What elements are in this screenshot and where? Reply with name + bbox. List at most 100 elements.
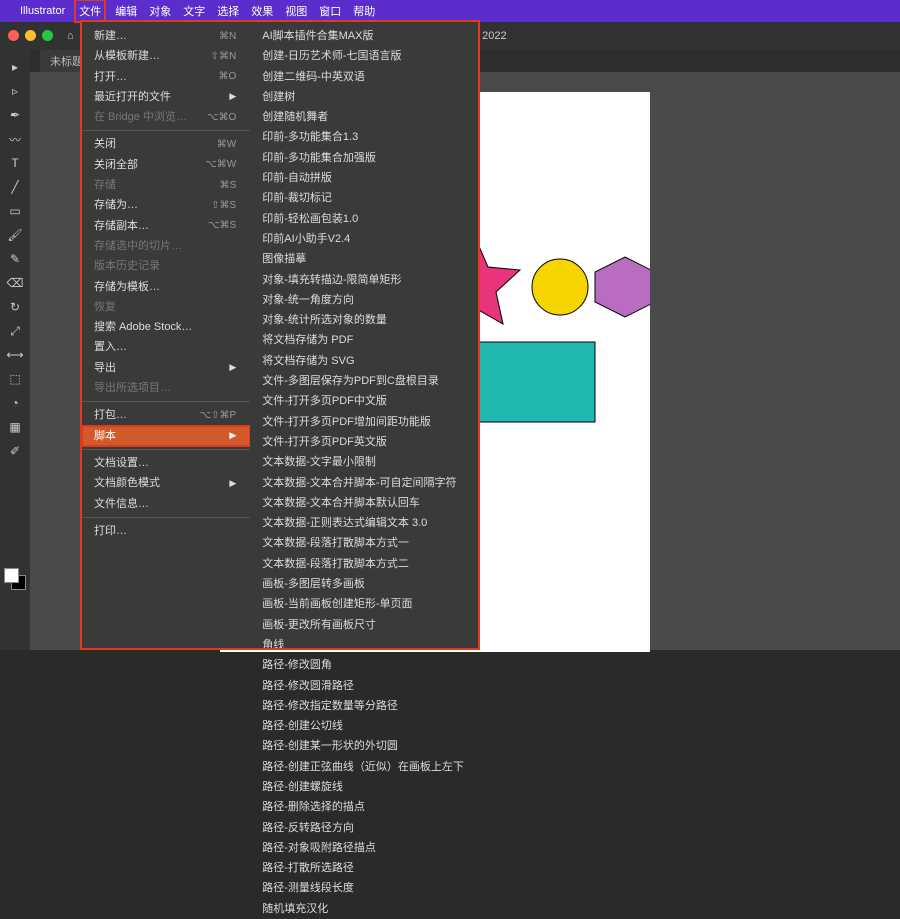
script-menu-item[interactable]: 文本数据-段落打散脚本方式一: [250, 533, 478, 553]
file-menu-item[interactable]: 文档颜色模式▶: [82, 473, 250, 493]
script-menu-item[interactable]: 对象-统一角度方向: [250, 290, 478, 310]
script-menu-item[interactable]: 路径-删除选择的描点: [250, 797, 478, 817]
paintbrush-tool[interactable]: 🖌: [3, 224, 27, 246]
script-menu-item[interactable]: AI脚本插件合集MAX版: [250, 26, 478, 46]
file-menu-item[interactable]: 关闭全部⌥⌘W: [82, 155, 250, 175]
script-menu-item[interactable]: 印前AI小助手V2.4: [250, 229, 478, 249]
script-menu-item[interactable]: 将文档存储为 SVG: [250, 351, 478, 371]
script-menu-item[interactable]: 印前-自动拼版: [250, 168, 478, 188]
hexagon-shape[interactable]: [595, 257, 650, 317]
circle-shape[interactable]: [532, 259, 588, 315]
script-menu-item[interactable]: 文本数据-段落打散脚本方式二: [250, 554, 478, 574]
direct-selection-tool[interactable]: ▹: [3, 80, 27, 102]
script-menu-item[interactable]: 路径-创建某一形状的外切圆: [250, 736, 478, 756]
file-menu-item[interactable]: 存储为模板…: [82, 277, 250, 297]
script-menu-item[interactable]: 画板-当前画板创建矩形-单页面: [250, 594, 478, 614]
width-tool[interactable]: ⟷: [3, 344, 27, 366]
gradient-tool[interactable]: ▦: [3, 416, 27, 438]
eraser-tool[interactable]: ⌫: [3, 272, 27, 294]
script-menu-item[interactable]: 创建-日历艺术师-七国语言版: [250, 46, 478, 66]
rectangle-tool[interactable]: ▭: [3, 200, 27, 222]
app-name[interactable]: Illustrator: [20, 5, 65, 17]
type-tool[interactable]: T: [3, 152, 27, 174]
script-menu-item[interactable]: 印前-轻松画包装1.0: [250, 209, 478, 229]
file-menu-item[interactable]: 打开…⌘O: [82, 67, 250, 87]
file-menu-item[interactable]: 存储为…⇧⌘S: [82, 195, 250, 215]
menu-edit[interactable]: 编辑: [115, 3, 137, 19]
script-menu-item[interactable]: 路径-创建正弦曲线（近似）在画板上左下: [250, 757, 478, 777]
script-menu-item[interactable]: 将文档存储为 PDF: [250, 330, 478, 350]
menu-view[interactable]: 视图: [285, 3, 307, 19]
script-menu-item[interactable]: 路径-对象吸附路径描点: [250, 838, 478, 858]
script-menu-item[interactable]: 文件-打开多页PDF增加间距功能版: [250, 412, 478, 432]
script-menu-item[interactable]: 文本数据-正则表达式编辑文本 3.0: [250, 513, 478, 533]
fill-stroke-swatch[interactable]: [4, 568, 26, 590]
script-menu-item[interactable]: 路径-修改圆角: [250, 655, 478, 675]
script-menu-item[interactable]: 画板-更改所有画板尺寸: [250, 615, 478, 635]
menu-file[interactable]: 文件: [77, 2, 103, 20]
maximize-button[interactable]: [42, 30, 53, 41]
traffic-lights: ⌂: [8, 30, 74, 42]
file-menu-item: 存储⌘S: [82, 175, 250, 195]
rotate-tool[interactable]: ↻: [3, 296, 27, 318]
script-menu-item[interactable]: 角线: [250, 635, 478, 655]
curvature-tool[interactable]: 〰: [3, 128, 27, 150]
script-menu-item[interactable]: 对象-填充转描边-限简单矩形: [250, 270, 478, 290]
script-menu-item[interactable]: 路径-创建螺旋线: [250, 777, 478, 797]
script-menu-item[interactable]: 印前-多功能集合1.3: [250, 127, 478, 147]
script-menu-item[interactable]: 文本数据-文本合并脚本默认回车: [250, 493, 478, 513]
home-icon[interactable]: ⌂: [67, 30, 74, 42]
script-menu-item[interactable]: 随机填充汉化: [250, 899, 478, 919]
script-menu-item[interactable]: 文件-多图层保存为PDF到C盘根目录: [250, 371, 478, 391]
file-menu-item[interactable]: 最近打开的文件▶: [82, 87, 250, 107]
eyedropper-tool[interactable]: ✐: [3, 440, 27, 462]
file-menu-item[interactable]: 打包…⌥⇧⌘P: [82, 405, 250, 425]
pen-tool[interactable]: ✒: [3, 104, 27, 126]
free-transform-tool[interactable]: ⬚: [3, 368, 27, 390]
file-menu-item[interactable]: 文档设置…: [82, 453, 250, 473]
file-menu-item[interactable]: 从模板新建…⇧⌘N: [82, 46, 250, 66]
open-menus: 新建…⌘N从模板新建…⇧⌘N打开…⌘O最近打开的文件▶在 Bridge 中浏览……: [82, 22, 478, 648]
script-menu-item[interactable]: 文件-打开多页PDF中文版: [250, 391, 478, 411]
script-menu-item[interactable]: 文本数据-文本合并脚本-可自定间隔字符: [250, 473, 478, 493]
script-menu-item[interactable]: 路径-打散所选路径: [250, 858, 478, 878]
file-menu-item[interactable]: 关闭⌘W: [82, 134, 250, 154]
close-button[interactable]: [8, 30, 19, 41]
file-menu-item[interactable]: 导出▶: [82, 358, 250, 378]
script-menu-item[interactable]: 印前-裁切标记: [250, 188, 478, 208]
menu-select[interactable]: 选择: [217, 3, 239, 19]
menu-effect[interactable]: 效果: [251, 3, 273, 19]
file-menu-item[interactable]: 置入…: [82, 337, 250, 357]
menu-type[interactable]: 文字: [183, 3, 205, 19]
menu-help[interactable]: 帮助: [353, 3, 375, 19]
script-menu-item[interactable]: 路径-反转路径方向: [250, 818, 478, 838]
file-menu-item[interactable]: 新建…⌘N: [82, 26, 250, 46]
script-menu-item[interactable]: 路径-修改指定数量等分路径: [250, 696, 478, 716]
menu-object[interactable]: 对象: [149, 3, 171, 19]
shape-builder-tool[interactable]: ◔: [3, 392, 27, 414]
shaper-tool[interactable]: ✎: [3, 248, 27, 270]
fill-color[interactable]: [4, 568, 19, 583]
selection-tool[interactable]: ▸: [3, 56, 27, 78]
minimize-button[interactable]: [25, 30, 36, 41]
line-tool[interactable]: ╱: [3, 176, 27, 198]
script-menu-item[interactable]: 路径-修改圆滑路径: [250, 676, 478, 696]
script-menu-item[interactable]: 图像描摹: [250, 249, 478, 269]
scale-tool[interactable]: ⤢: [3, 320, 27, 342]
script-menu-item[interactable]: 路径-测量线段长度: [250, 878, 478, 898]
file-menu-item[interactable]: 打印…: [82, 521, 250, 541]
file-menu-item[interactable]: 存储副本…⌥⌘S: [82, 216, 250, 236]
script-menu-item[interactable]: 对象-统计所选对象的数量: [250, 310, 478, 330]
script-menu-item[interactable]: 创建随机舞者: [250, 107, 478, 127]
script-menu-item[interactable]: 文本数据-文字最小限制: [250, 452, 478, 472]
file-menu-item[interactable]: 搜索 Adobe Stock…: [82, 317, 250, 337]
script-menu-item[interactable]: 印前-多功能集合加强版: [250, 148, 478, 168]
menu-window[interactable]: 窗口: [319, 3, 341, 19]
script-menu-item[interactable]: 路径-创建公切线: [250, 716, 478, 736]
file-menu-item[interactable]: 脚本▶: [82, 426, 250, 446]
script-menu-item[interactable]: 画板-多图层转多画板: [250, 574, 478, 594]
script-menu-item[interactable]: 创建树: [250, 87, 478, 107]
script-menu-item[interactable]: 创建二维码-中英双语: [250, 67, 478, 87]
file-menu-item[interactable]: 文件信息…: [82, 494, 250, 514]
script-menu-item[interactable]: 文件-打开多页PDF英文版: [250, 432, 478, 452]
